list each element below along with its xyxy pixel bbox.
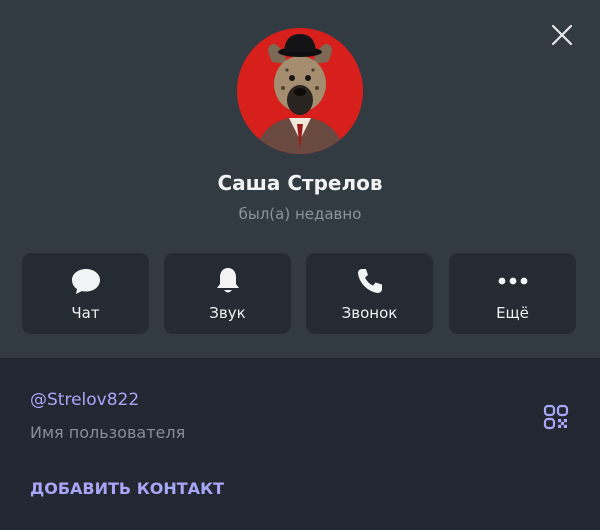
more-button[interactable]: Ещё xyxy=(449,253,576,334)
qr-code-icon xyxy=(543,404,569,430)
call-button[interactable]: Звонок xyxy=(306,253,433,334)
qr-code-button[interactable] xyxy=(540,401,572,433)
bell-icon xyxy=(216,268,239,293)
username-caption: Имя пользователя xyxy=(30,423,186,442)
profile-name: Саша Стрелов xyxy=(217,171,383,195)
profile-panel: Саша Стрелов был(а) недавно Чат Звук Зво… xyxy=(0,0,600,530)
sound-button[interactable]: Звук xyxy=(164,253,291,334)
close-button[interactable] xyxy=(543,16,581,54)
more-button-label: Ещё xyxy=(496,304,529,322)
profile-info-section xyxy=(0,358,600,530)
username-link[interactable]: @Strelov822 xyxy=(30,389,139,411)
chat-button-label: Чат xyxy=(71,304,100,322)
call-button-label: Звонок xyxy=(341,304,398,322)
phone-icon xyxy=(357,269,382,293)
chat-bubble-icon xyxy=(71,269,100,294)
close-icon xyxy=(551,24,573,46)
profile-header: Саша Стрелов был(а) недавно Чат Звук Зво… xyxy=(0,0,600,358)
more-dots-icon xyxy=(498,277,527,285)
chat-button[interactable]: Чат xyxy=(22,253,149,334)
action-row: Чат Звук Звонок Ещё xyxy=(22,253,576,335)
avatar-hyena-icon xyxy=(237,28,363,154)
profile-status: был(а) недавно xyxy=(238,205,362,223)
sound-button-label: Звук xyxy=(209,304,246,322)
add-contact-button[interactable]: ДОБАВИТЬ КОНТАКТ xyxy=(30,478,224,500)
avatar[interactable] xyxy=(237,28,363,154)
